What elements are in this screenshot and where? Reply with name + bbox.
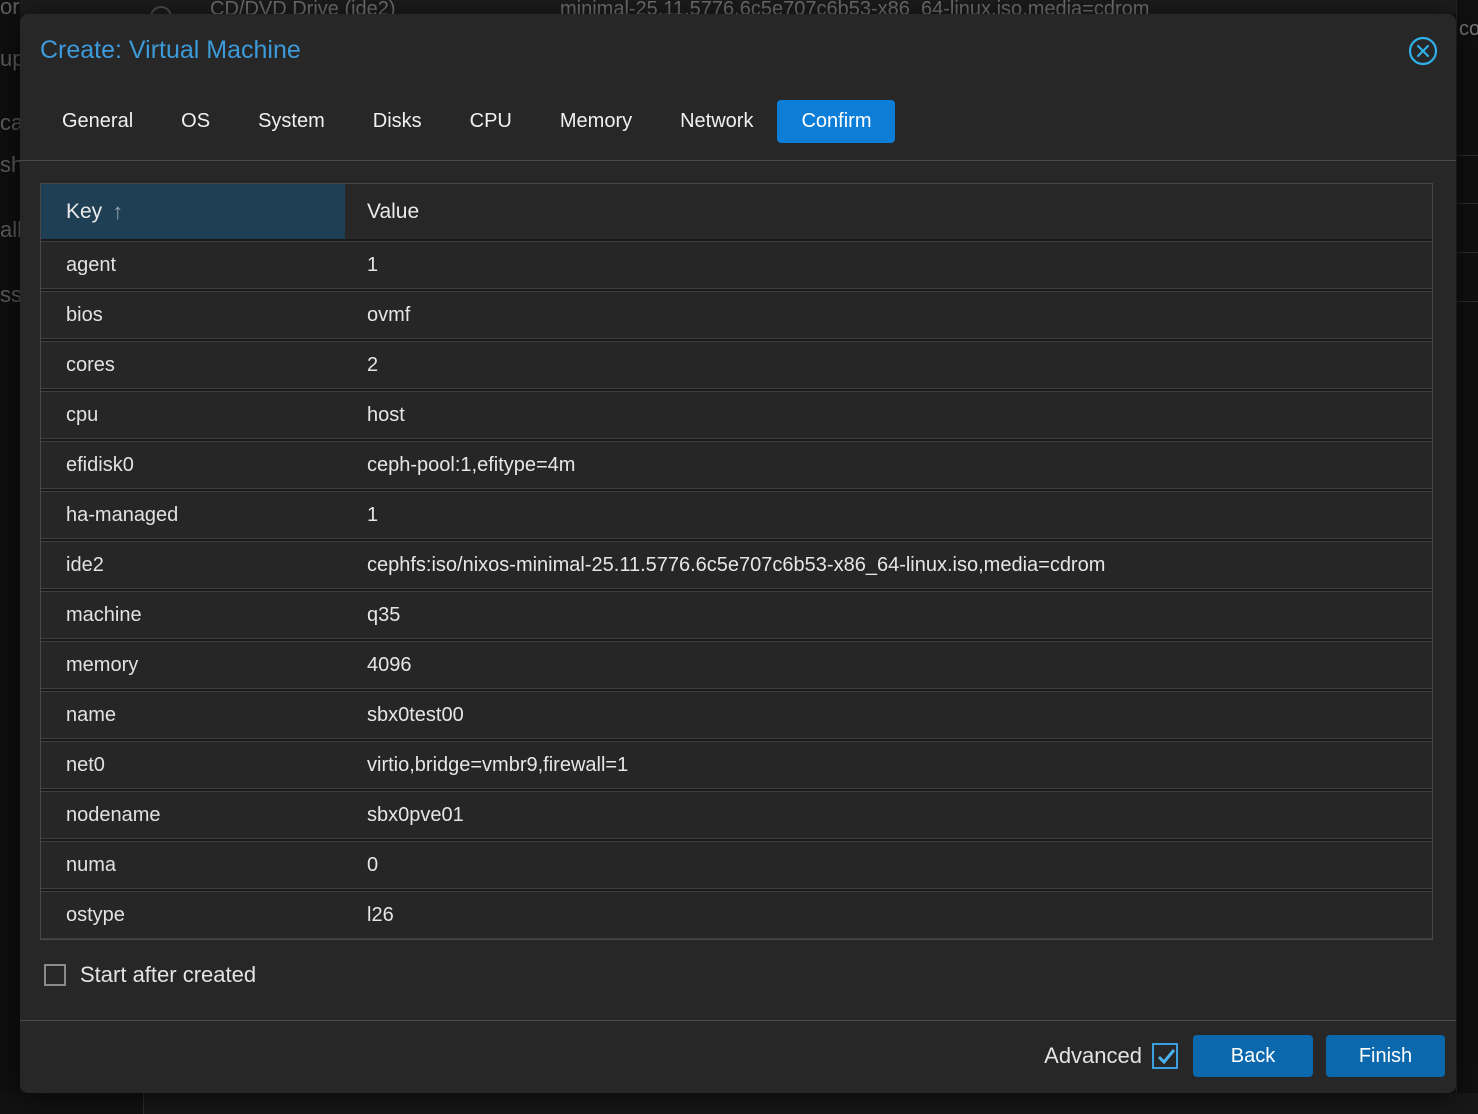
row-key: ha-managed xyxy=(41,504,345,527)
row-key: name xyxy=(41,704,345,727)
tab-disks[interactable]: Disks xyxy=(349,100,446,143)
background-text-fragment: up xyxy=(0,46,20,72)
table-row[interactable]: efidisk0 ceph-pool:1,efitype=4m xyxy=(41,441,1432,489)
row-key: numa xyxy=(41,854,345,877)
row-key: cpu xyxy=(41,404,345,427)
row-value: 0 xyxy=(345,854,1432,877)
row-key: net0 xyxy=(41,754,345,777)
start-after-created-checkbox[interactable] xyxy=(44,964,66,986)
tab-confirm[interactable]: Confirm xyxy=(777,100,895,143)
tab-general[interactable]: General xyxy=(38,100,157,143)
background-page-top-strip: CD/DVD Drive (ide2) minimal-25.11.5776.6… xyxy=(0,0,1478,14)
background-text-fragment: or xyxy=(0,0,20,20)
kv-table-body: agent 1 bios ovmf cores 2 cpu host efidi… xyxy=(41,241,1432,939)
row-value: 1 xyxy=(345,504,1432,527)
table-row[interactable]: agent 1 xyxy=(41,241,1432,289)
table-row[interactable]: cores 2 xyxy=(41,341,1432,389)
row-key: memory xyxy=(41,654,345,677)
key-header-label: Key xyxy=(66,200,102,224)
close-icon[interactable] xyxy=(1408,36,1438,66)
background-text-fragment: co xyxy=(1459,18,1478,41)
value-header-label: Value xyxy=(367,200,419,224)
create-vm-dialog: Create: Virtual Machine General OS Syste… xyxy=(20,14,1456,1093)
row-key: machine xyxy=(41,604,345,627)
dialog-footer: Advanced Back Finish xyxy=(20,1028,1456,1084)
background-radio-icon xyxy=(150,6,172,14)
row-key: ostype xyxy=(41,904,345,927)
row-value: cephfs:iso/nixos-minimal-25.11.5776.6c5e… xyxy=(345,554,1432,577)
table-row[interactable]: machine q35 xyxy=(41,591,1432,639)
background-page-right-strip: co xyxy=(1456,0,1478,1114)
background-page-left-strip: or up ca sh all ss xyxy=(0,0,20,1114)
column-header-key[interactable]: Key ↑ xyxy=(41,184,345,239)
row-key: nodename xyxy=(41,804,345,827)
background-row-label: CD/DVD Drive (ide2) xyxy=(210,0,396,14)
confirm-settings-table: Key ↑ Value agent 1 bios ovmf cores 2 cp… xyxy=(40,183,1433,940)
row-key: ide2 xyxy=(41,554,345,577)
back-button[interactable]: Back xyxy=(1193,1035,1313,1077)
dialog-title: Create: Virtual Machine xyxy=(40,34,301,66)
background-text-fragment: all xyxy=(0,217,20,243)
content-divider xyxy=(20,160,1456,161)
tab-system[interactable]: System xyxy=(234,100,349,143)
tab-cpu[interactable]: CPU xyxy=(446,100,536,143)
finish-button[interactable]: Finish xyxy=(1326,1035,1445,1077)
row-key: efidisk0 xyxy=(41,454,345,477)
row-value: sbx0test00 xyxy=(345,704,1432,727)
background-page-bottom-strip xyxy=(0,1093,1478,1114)
tab-os[interactable]: OS xyxy=(157,100,234,143)
background-row-value: minimal-25.11.5776.6c5e707c6b53-x86_64-l… xyxy=(560,0,1149,14)
footer-divider xyxy=(20,1020,1456,1021)
start-after-created-option: Start after created xyxy=(44,962,256,988)
column-header-value[interactable]: Value xyxy=(345,184,1432,239)
row-key: agent xyxy=(41,254,345,277)
table-row[interactable]: nodename sbx0pve01 xyxy=(41,791,1432,839)
table-row[interactable]: ide2 cephfs:iso/nixos-minimal-25.11.5776… xyxy=(41,541,1432,589)
row-key: bios xyxy=(41,304,345,327)
background-text-fragment: ca xyxy=(0,110,20,136)
background-text-fragment: ss xyxy=(0,282,20,308)
advanced-checkbox[interactable] xyxy=(1152,1043,1178,1069)
row-value: ceph-pool:1,efitype=4m xyxy=(345,454,1432,477)
row-key: cores xyxy=(41,354,345,377)
row-value: 1 xyxy=(345,254,1432,277)
row-value: l26 xyxy=(345,904,1432,927)
row-value: sbx0pve01 xyxy=(345,804,1432,827)
wizard-tabs: General OS System Disks CPU Memory Netwo… xyxy=(38,100,895,143)
sort-ascending-icon: ↑ xyxy=(112,199,123,225)
row-value: host xyxy=(345,404,1432,427)
row-value: ovmf xyxy=(345,304,1432,327)
table-row[interactable]: ha-managed 1 xyxy=(41,491,1432,539)
advanced-label: Advanced xyxy=(1044,1043,1142,1069)
table-header: Key ↑ Value xyxy=(41,184,1432,239)
table-row[interactable]: memory 4096 xyxy=(41,641,1432,689)
row-value: 4096 xyxy=(345,654,1432,677)
tab-network[interactable]: Network xyxy=(656,100,777,143)
table-row[interactable]: name sbx0test00 xyxy=(41,691,1432,739)
row-value: q35 xyxy=(345,604,1432,627)
background-text-fragment: sh xyxy=(0,152,20,178)
table-row[interactable]: ostype l26 xyxy=(41,891,1432,939)
row-value: 2 xyxy=(345,354,1432,377)
table-row[interactable]: cpu host xyxy=(41,391,1432,439)
table-row[interactable]: net0 virtio,bridge=vmbr9,firewall=1 xyxy=(41,741,1432,789)
tab-memory[interactable]: Memory xyxy=(536,100,656,143)
start-after-created-label: Start after created xyxy=(80,962,256,988)
row-value: virtio,bridge=vmbr9,firewall=1 xyxy=(345,754,1432,777)
table-row[interactable]: bios ovmf xyxy=(41,291,1432,339)
table-row[interactable]: numa 0 xyxy=(41,841,1432,889)
